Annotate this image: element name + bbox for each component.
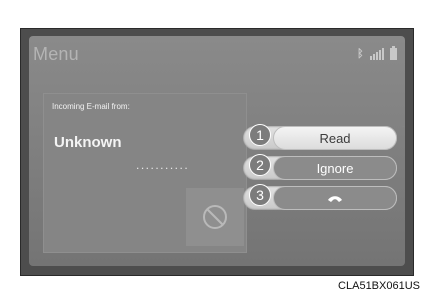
number-badge-2: 2 [249,154,271,176]
prohibited-icon [203,205,227,229]
email-notification-panel: Incoming E-mail from: Unknown ..........… [43,93,247,253]
image-code: CLA51BX061US [338,280,420,292]
number-badge-1: 1 [249,124,271,146]
screen: Menu ᛒ Incoming E-mail from: Unknown ...… [29,36,405,266]
sender-name: Unknown [54,134,122,151]
status-bar: ᛒ [357,46,397,60]
ignore-button-label: Ignore [273,156,397,180]
phone-icon [328,195,342,202]
scroll-arc [401,126,405,266]
signal-bars-icon [370,48,384,60]
bluetooth-icon: ᛒ [357,48,364,60]
call-button[interactable]: 3 [243,184,397,210]
block-button[interactable] [186,188,244,246]
read-button[interactable]: 1 Read [243,124,397,150]
menu-title: Menu [33,44,79,64]
ignore-button[interactable]: 2 Ignore [243,154,397,180]
battery-icon [390,46,397,60]
masked-address: ........... [136,158,190,172]
call-button-label [273,186,397,210]
number-badge-3: 3 [249,184,271,206]
read-button-label: Read [273,126,397,150]
incoming-email-label: Incoming E-mail from: [52,102,130,111]
